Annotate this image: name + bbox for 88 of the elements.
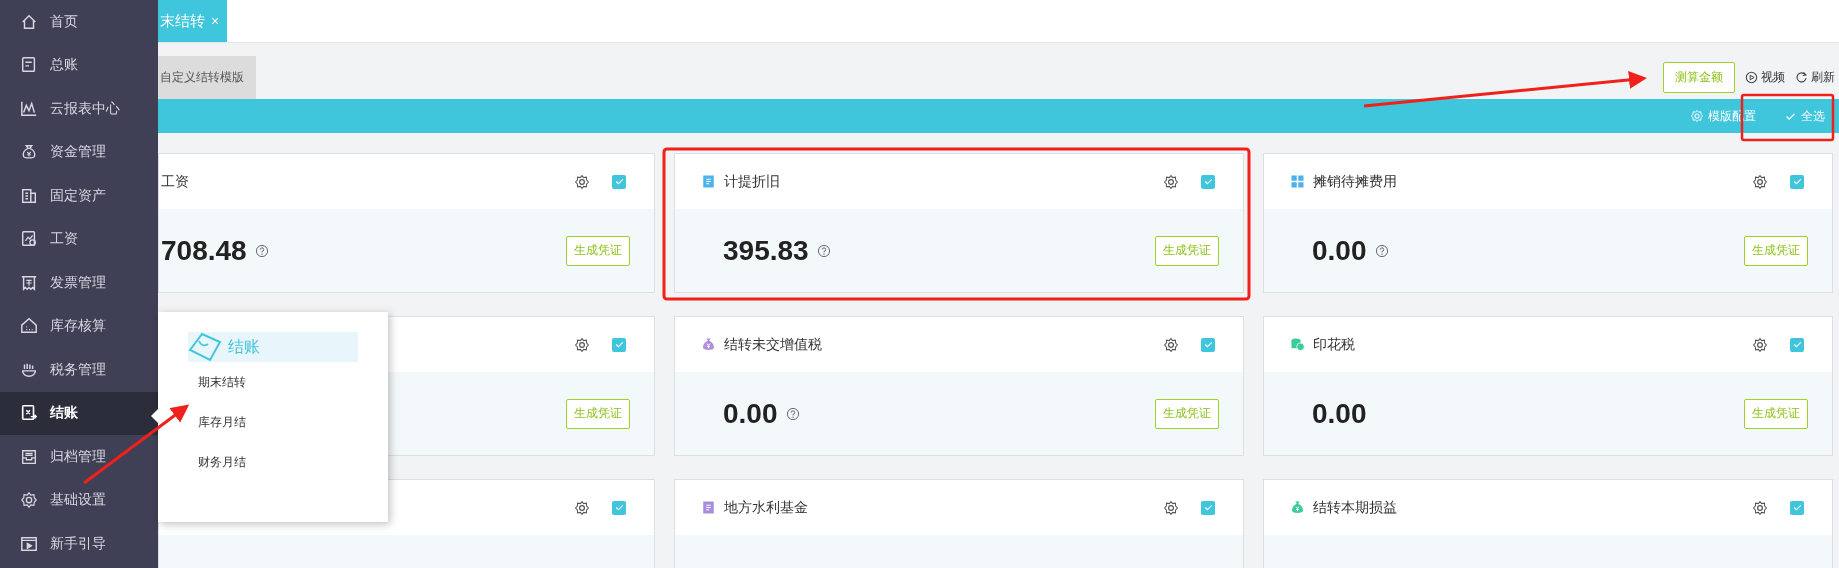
settings-icon[interactable] xyxy=(1752,173,1768,190)
sidebar-item-label: 工资 xyxy=(50,230,78,249)
building-icon xyxy=(20,186,38,205)
checkbox[interactable] xyxy=(612,500,626,515)
settings-icon[interactable] xyxy=(574,173,590,190)
checkbox[interactable] xyxy=(612,337,626,352)
tray-icon xyxy=(20,447,38,466)
amount-value: 708.48 xyxy=(161,234,247,267)
submenu-item[interactable]: 期末结转 xyxy=(188,362,388,402)
money-bag-icon xyxy=(20,143,38,162)
amount-value: 0.00 xyxy=(1312,397,1367,430)
sidebar-item-label: 云报表中心 xyxy=(50,99,120,118)
check-icon xyxy=(613,502,625,513)
refresh-link[interactable]: 刷新 xyxy=(1795,68,1835,86)
settings-icon[interactable] xyxy=(1163,336,1179,353)
sidebar-item[interactable]: 总账 xyxy=(0,43,158,87)
settings-icon xyxy=(1690,109,1704,123)
submenu-item[interactable]: 库存月结 xyxy=(188,402,388,442)
sidebar-item[interactable]: 首页 xyxy=(0,0,158,44)
sidebar-item[interactable]: 结账 xyxy=(0,391,158,435)
card-title: 摊销待摊费用 xyxy=(1313,172,1398,191)
sidebar-item[interactable]: 税务管理 xyxy=(0,348,158,392)
check-icon xyxy=(1202,339,1214,350)
video-link[interactable]: 视频 xyxy=(1745,68,1785,86)
card-title: 计提折旧 xyxy=(724,172,781,191)
checkbox[interactable] xyxy=(1790,500,1804,515)
card-title: 地方水利基金 xyxy=(724,498,809,517)
amount-value: 0.00 xyxy=(723,397,778,430)
settings-icon[interactable] xyxy=(574,499,590,516)
play-circle-icon xyxy=(1745,70,1758,84)
settings-icon[interactable] xyxy=(1752,336,1768,353)
amount-value: 0.00 xyxy=(1312,234,1367,267)
checkbox[interactable] xyxy=(612,174,626,189)
sidebar-item[interactable]: 资金管理 xyxy=(0,130,158,174)
settings-icon[interactable] xyxy=(574,336,590,353)
sidebar-item[interactable]: 云报表中心 xyxy=(0,87,158,131)
sidebar-item-label: 归档管理 xyxy=(50,447,106,466)
sidebar-item-label: 总账 xyxy=(50,56,78,75)
sidebar-item[interactable]: 新手引导 xyxy=(0,522,158,566)
sidebar-item[interactable]: 库存核算 xyxy=(0,304,158,348)
checkbox[interactable] xyxy=(1790,337,1804,352)
card-title: 印花税 xyxy=(1313,335,1356,354)
refresh-icon xyxy=(1795,70,1808,84)
check-icon xyxy=(613,339,625,350)
amount-value: 395.83 xyxy=(723,234,809,267)
template-tab[interactable]: 自定义结转模版 xyxy=(158,56,256,99)
check-icon xyxy=(1791,502,1803,513)
sidebar-item[interactable]: 发票管理 xyxy=(0,261,158,305)
settings-icon[interactable] xyxy=(1752,499,1768,516)
sidebar-item-label: 发票管理 xyxy=(50,273,106,292)
sidebar-item-label: 资金管理 xyxy=(50,143,106,162)
ledger-icon xyxy=(20,56,38,75)
checkbox[interactable] xyxy=(1201,174,1215,189)
submenu-item[interactable]: 财务月结 xyxy=(188,442,388,482)
page-tab-label: 末结转 xyxy=(160,11,205,31)
settings-icon[interactable] xyxy=(1163,499,1179,516)
sidebar-item[interactable]: 基础设置 xyxy=(0,478,158,522)
sidebar-item-label: 首页 xyxy=(50,12,78,31)
receipt-icon xyxy=(20,273,38,292)
shopping-bag-icon xyxy=(188,332,222,362)
settings-icon xyxy=(20,491,38,510)
check-icon xyxy=(1791,176,1803,187)
card-title: 结转本期损益 xyxy=(1313,498,1398,517)
sidebar-item-label: 库存核算 xyxy=(50,317,106,336)
card-title: 结转未交增值税 xyxy=(724,335,823,354)
sidebar-item-label: 固定资产 xyxy=(50,186,106,205)
chart-document-icon xyxy=(20,230,38,249)
sidebar-item[interactable]: 固定资产 xyxy=(0,174,158,218)
submenu-title: 结账 xyxy=(228,336,260,357)
sidebar-item[interactable]: 工资 xyxy=(0,217,158,261)
home-icon xyxy=(20,12,38,31)
sidebar-item-label: 新手引导 xyxy=(50,534,106,553)
settings-icon[interactable] xyxy=(1163,173,1179,190)
check-icon xyxy=(613,176,625,187)
checkbox[interactable] xyxy=(1201,500,1215,515)
checkbox[interactable] xyxy=(1790,174,1804,189)
house-icon xyxy=(20,317,38,336)
checkbox[interactable] xyxy=(1201,337,1215,352)
line-chart-icon xyxy=(20,99,38,118)
check-icon xyxy=(1791,339,1803,350)
sidebar-item[interactable]: 归档管理 xyxy=(0,435,158,479)
sidebar-item-label: 税务管理 xyxy=(50,360,106,379)
check-icon xyxy=(1202,176,1214,187)
sidebar-item-label: 基础设置 xyxy=(50,491,106,510)
video-icon xyxy=(20,534,38,553)
check-icon xyxy=(1202,502,1214,513)
sidebar-item-label: 结账 xyxy=(50,404,78,423)
card-title: 工资 xyxy=(161,172,190,191)
